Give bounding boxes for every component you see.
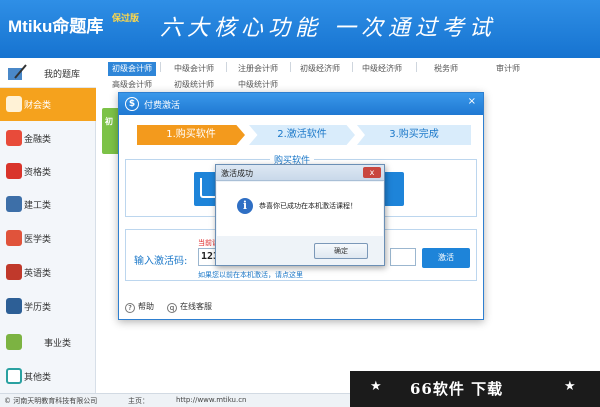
tab-divider bbox=[160, 62, 161, 72]
sidebar-item-construction[interactable]: 建工类 bbox=[0, 188, 96, 221]
app-header: Mtiku命题库 保过版 六大核心功能 一次通过考试 bbox=[0, 0, 600, 58]
tab-auditor[interactable]: 审计师 bbox=[492, 62, 524, 76]
medical-kit-icon bbox=[6, 230, 22, 246]
documents-icon bbox=[6, 334, 22, 350]
tab-junior-statistician[interactable]: 初级统计师 bbox=[170, 78, 218, 92]
tab-senior-accountant[interactable]: 高级会计师 bbox=[108, 78, 156, 92]
activation-success-dialog: 激活成功 x i 恭喜你已成功在本机激活课程！ 确定 bbox=[215, 164, 385, 266]
edition-badge: 保过版 bbox=[112, 14, 140, 24]
tab-junior-economist[interactable]: 初级经济师 bbox=[296, 62, 344, 76]
reactivate-link[interactable]: 如果您以前在本机激活，请点这里 bbox=[198, 270, 303, 280]
sidebar-item-label: 学历类 bbox=[24, 303, 52, 313]
graduation-cap-icon bbox=[6, 298, 22, 314]
sidebar-item-label: 金融类 bbox=[24, 135, 52, 145]
activation-code-input-end[interactable] bbox=[390, 248, 416, 266]
activation-code-label: 输入激活码: bbox=[134, 256, 188, 267]
activate-button[interactable]: 激活 bbox=[422, 248, 470, 268]
finance-icon bbox=[6, 96, 22, 112]
sidebar-item-banking[interactable]: 金融类 bbox=[0, 122, 96, 155]
home-label: 主页： bbox=[128, 397, 149, 405]
dialog-close-button[interactable]: x bbox=[363, 167, 381, 178]
help-link[interactable]: ? 帮助 bbox=[125, 301, 154, 313]
sidebar-item-qualification[interactable]: 资格类 bbox=[0, 155, 96, 188]
tab-divider bbox=[352, 62, 353, 72]
online-service-label: 在线客服 bbox=[180, 302, 212, 311]
category-sidebar: 我的题库 财会类 金融类 资格类 建工类 医学类 英语类 学历类 事业类 其他类 bbox=[0, 58, 96, 393]
building-icon bbox=[6, 196, 22, 212]
tab-junior-accountant[interactable]: 初级会计师 bbox=[108, 62, 156, 76]
window-title: 付费激活 bbox=[144, 101, 181, 111]
info-icon: i bbox=[237, 198, 253, 214]
step-buy-software: 1.购买软件 bbox=[137, 125, 245, 145]
sidebar-item-label: 医学类 bbox=[24, 235, 52, 245]
tab-divider bbox=[290, 62, 291, 72]
help-icon: ? bbox=[125, 303, 135, 313]
app-logo: Mtiku命题库 bbox=[8, 17, 104, 36]
sidebar-item-finance-accounting[interactable]: 财会类 bbox=[0, 88, 96, 121]
sidebar-item-label: 我的题库 bbox=[44, 70, 81, 80]
dialog-title: 激活成功 bbox=[221, 169, 253, 178]
tab-divider bbox=[226, 62, 227, 72]
sidebar-item-my-library[interactable]: 我的题库 bbox=[0, 58, 96, 88]
watermark-text: 66软件 下载 bbox=[410, 380, 504, 398]
sidebar-item-label: 财会类 bbox=[24, 101, 52, 111]
step-activate-software: 2.激活软件 bbox=[249, 125, 355, 145]
watermark-banner: ★ 66软件 下载 ★ bbox=[350, 371, 600, 407]
sidebar-item-label: 资格类 bbox=[24, 168, 52, 178]
star-icon: ★ bbox=[370, 379, 382, 394]
certificate-icon bbox=[6, 163, 22, 179]
money-icon bbox=[6, 130, 22, 146]
dialog-message: 恭喜你已成功在本机激活课程！ bbox=[259, 202, 357, 210]
help-label: 帮助 bbox=[138, 302, 154, 311]
online-service-link[interactable]: q 在线客服 bbox=[167, 301, 212, 313]
course-card-label: 初 bbox=[105, 117, 113, 126]
star-icon: ★ bbox=[564, 379, 576, 394]
dialog-body: i 恭喜你已成功在本机激活课程！ bbox=[217, 182, 383, 236]
dialog-titlebar: 激活成功 x bbox=[216, 165, 384, 181]
close-icon[interactable]: × bbox=[468, 96, 476, 107]
tab-intermediate-accountant[interactable]: 中级会计师 bbox=[170, 62, 218, 76]
sidebar-item-label: 其他类 bbox=[24, 373, 52, 383]
tab-tax-agent[interactable]: 税务师 bbox=[430, 62, 462, 76]
step-purchase-complete: 3.购买完成 bbox=[357, 125, 471, 145]
sidebar-item-medical[interactable]: 医学类 bbox=[0, 222, 96, 255]
tab-divider bbox=[416, 62, 417, 72]
language-icon bbox=[6, 264, 22, 280]
copyright-text: © 河南天明教育科技有限公司 bbox=[4, 397, 98, 405]
book-pen-icon bbox=[8, 64, 27, 80]
sidebar-item-other[interactable]: 其他类 bbox=[0, 360, 96, 393]
window-titlebar: $ 付费激活 × bbox=[119, 93, 483, 115]
sidebar-item-english[interactable]: 英语类 bbox=[0, 256, 96, 289]
sidebar-item-label: 英语类 bbox=[24, 269, 52, 279]
tab-intermediate-economist[interactable]: 中级经济师 bbox=[358, 62, 406, 76]
sidebar-item-education[interactable]: 学历类 bbox=[0, 290, 96, 323]
sidebar-item-label: 事业类 bbox=[44, 339, 72, 349]
chat-icon: q bbox=[167, 303, 177, 313]
sidebar-item-public-institution[interactable]: 事业类 bbox=[0, 326, 96, 359]
tab-cpa[interactable]: 注册会计师 bbox=[234, 62, 282, 76]
home-url-link[interactable]: http://www.mtiku.cn bbox=[176, 396, 247, 404]
dollar-icon: $ bbox=[125, 97, 139, 111]
sidebar-item-label: 建工类 bbox=[24, 201, 52, 211]
tab-intermediate-statistician[interactable]: 中级统计师 bbox=[234, 78, 282, 92]
dialog-ok-button[interactable]: 确定 bbox=[314, 243, 368, 259]
grid-icon bbox=[6, 368, 22, 384]
header-slogan: 六大核心功能 一次通过考试 bbox=[160, 16, 496, 41]
